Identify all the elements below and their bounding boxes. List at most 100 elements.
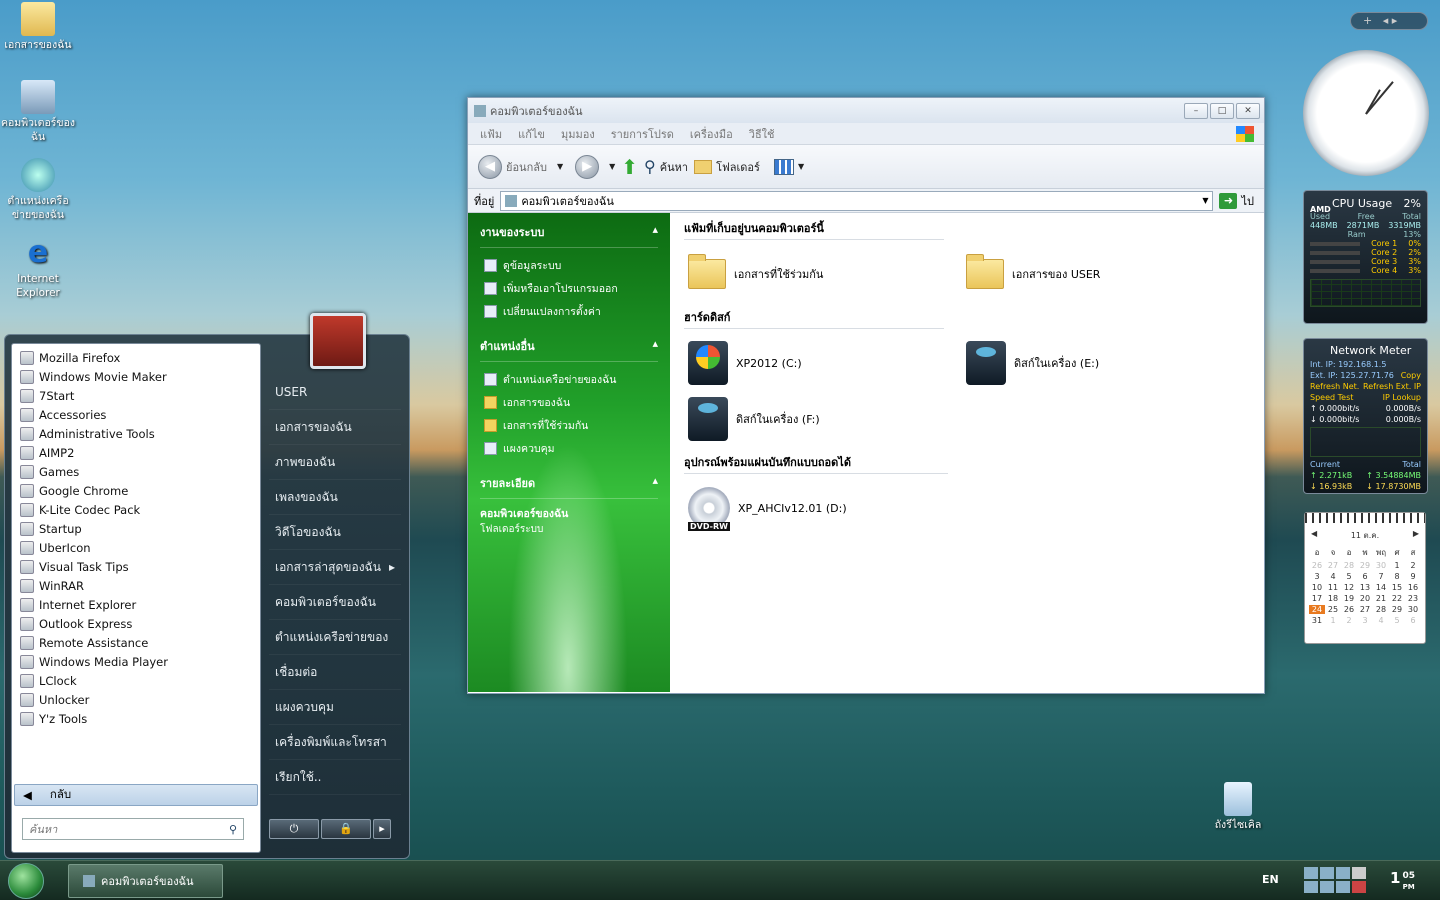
program-item[interactable]: Y'z Tools (20, 709, 260, 728)
view-system-info-link[interactable]: ดูข้อมูลระบบ (480, 254, 658, 277)
start-right-item[interactable]: ภาพของฉัน (269, 445, 401, 480)
program-item[interactable]: Remote Assistance (20, 633, 260, 652)
forward-button[interactable]: ▶ ▼ (575, 154, 615, 179)
desktop-icon-network-places[interactable]: ตำแหน่งเครือข่ายของฉัน (0, 158, 76, 222)
program-item[interactable]: Google Chrome (20, 481, 260, 500)
go-button[interactable]: ➜ ไป (1219, 192, 1254, 210)
calendar-day[interactable]: 2 (1341, 616, 1357, 625)
calendar-day[interactable]: 28 (1341, 561, 1357, 570)
calendar-day[interactable]: 29 (1357, 561, 1373, 570)
start-right-item[interactable]: วิดีโอของฉัน (269, 515, 401, 550)
next-month-icon[interactable]: ▶ (1413, 529, 1419, 542)
menu-edit[interactable]: แก้ไข (518, 125, 545, 143)
user-avatar[interactable] (310, 313, 366, 369)
calendar-day[interactable]: 1 (1389, 561, 1405, 570)
search-button[interactable]: ⚲ ค้นหา (644, 157, 688, 176)
program-item[interactable]: AIMP2 (20, 443, 260, 462)
user-documents-item[interactable]: เอกสารของ USER (962, 246, 1240, 302)
shield-icon[interactable] (1352, 881, 1366, 893)
sidebar-controls[interactable]: + ◂ ▸ (1350, 12, 1428, 30)
program-item[interactable]: Mozilla Firefox (20, 348, 260, 367)
calendar-day[interactable]: 5 (1341, 572, 1357, 581)
program-item[interactable]: UberIcon (20, 538, 260, 557)
start-right-item[interactable]: เอกสารล่าสุดของฉัน (269, 550, 401, 585)
program-item[interactable]: Visual Task Tips (20, 557, 260, 576)
prev-month-icon[interactable]: ◀ (1311, 529, 1317, 542)
calendar-day[interactable]: 23 (1405, 594, 1421, 603)
desktop-icon-my-documents[interactable]: เอกสารของฉัน (0, 2, 76, 52)
calendar-day[interactable]: 20 (1357, 594, 1373, 603)
calendar-day[interactable]: 3 (1309, 572, 1325, 581)
shared-documents-item[interactable]: เอกสารที่ใช้ร่วมกัน (684, 246, 962, 302)
calendar-day[interactable]: 21 (1373, 594, 1389, 603)
collapse-icon[interactable]: ▴ (652, 337, 658, 355)
calendar-day[interactable]: 30 (1373, 561, 1389, 570)
calendar-day[interactable]: 24 (1309, 605, 1325, 614)
calendar-day[interactable]: 16 (1405, 583, 1421, 592)
calendar-day[interactable]: 11 (1325, 583, 1341, 592)
start-orb-button[interactable] (8, 863, 44, 899)
tray-icon[interactable] (1320, 867, 1334, 879)
calendar-day[interactable]: 8 (1389, 572, 1405, 581)
calendar-day[interactable]: 29 (1389, 605, 1405, 614)
cpu-usage-gadget[interactable]: CPU Usage 2% AMD Used Free Total 448MB 2871M… (1303, 190, 1428, 324)
control-panel-link[interactable]: แผงควบคุม (480, 437, 658, 460)
menu-file[interactable]: แฟ้ม (480, 125, 502, 143)
program-item[interactable]: Unlocker (20, 690, 260, 709)
program-item[interactable]: Windows Movie Maker (20, 367, 260, 386)
add-remove-programs-link[interactable]: เพิ่มหรือเอาโปรแกรมออก (480, 277, 658, 300)
window-titlebar[interactable]: คอมพิวเตอร์ของฉัน – □ ✕ (468, 98, 1264, 123)
calendar-day[interactable]: 27 (1325, 561, 1341, 570)
clock-gadget[interactable] (1303, 50, 1429, 176)
maximize-button[interactable]: □ (1210, 102, 1234, 119)
taskbar-button-my-computer[interactable]: คอมพิวเตอร์ของฉัน (68, 864, 223, 898)
start-right-item[interactable]: เรียกใช้.. (269, 760, 401, 795)
calendar-gadget[interactable]: ◀ 11 ต.ค. ▶ อจอพพฤศส 26 27 28 29 30 1 2 3 4 5 6 7 8 9 10 1… (1304, 512, 1426, 644)
calendar-day[interactable]: 17 (1309, 594, 1325, 603)
program-item[interactable]: 7Start (20, 386, 260, 405)
change-settings-link[interactable]: เปลี่ยนแปลงการตั้งค่า (480, 300, 658, 323)
my-documents-link[interactable]: เอกสารของฉัน (480, 391, 658, 414)
back-button[interactable]: ◀ ย้อนกลับ ▼ (478, 154, 563, 179)
start-right-item[interactable]: เอกสารของฉัน (269, 410, 401, 445)
desktop-icon-my-computer[interactable]: คอมพิวเตอร์ของฉัน (0, 80, 76, 144)
calendar-day[interactable]: 26 (1341, 605, 1357, 614)
tray-icon[interactable] (1304, 867, 1318, 879)
language-indicator[interactable]: EN (1262, 873, 1279, 886)
views-button[interactable]: ▼ (773, 158, 804, 175)
calendar-day[interactable]: 6 (1405, 616, 1421, 625)
calendar-day[interactable]: 25 (1325, 605, 1341, 614)
start-right-item[interactable]: แผงควบคุม (269, 690, 401, 725)
calendar-day[interactable]: 10 (1309, 583, 1325, 592)
calendar-day[interactable]: 4 (1373, 616, 1389, 625)
chevron-down-icon[interactable]: ▼ (1198, 196, 1212, 205)
calendar-day[interactable]: 6 (1357, 572, 1373, 581)
calendar-day[interactable]: 13 (1357, 583, 1373, 592)
calendar-day[interactable]: 9 (1405, 572, 1421, 581)
calendar-day[interactable]: 26 (1309, 561, 1325, 570)
up-folder-button[interactable]: ⬆ (621, 155, 638, 179)
calendar-day[interactable]: 7 (1373, 572, 1389, 581)
drive-c-item[interactable]: XP2012 (C:) (684, 335, 962, 391)
program-item[interactable]: WinRAR (20, 576, 260, 595)
calendar-day[interactable]: 5 (1389, 616, 1405, 625)
program-item[interactable]: Administrative Tools (20, 424, 260, 443)
menu-view[interactable]: มุมมอง (561, 125, 595, 143)
collapse-icon[interactable]: ▴ (652, 223, 658, 241)
menu-help[interactable]: วิธีใช้ (749, 125, 775, 143)
desktop-icon-internet-explorer[interactable]: e Internet Explorer (0, 236, 76, 300)
menu-tools[interactable]: เครื่องมือ (690, 125, 733, 143)
start-search-input[interactable]: ค้นหา ⚲ (22, 818, 244, 840)
power-options-arrow[interactable]: ▸ (373, 819, 391, 839)
calendar-day[interactable]: 3 (1357, 616, 1373, 625)
section-header[interactable]: งานของระบบ ▴ (480, 223, 658, 248)
program-item[interactable]: Startup (20, 519, 260, 538)
program-item[interactable]: Windows Media Player (20, 652, 260, 671)
calendar-day[interactable]: 30 (1405, 605, 1421, 614)
start-right-item[interactable]: เชื่อมต่อ (269, 655, 401, 690)
calendar-day[interactable]: 4 (1325, 572, 1341, 581)
search-icon[interactable]: ⚲ (229, 823, 237, 836)
desktop-icon-recycle-bin[interactable]: ถังรีไซเคิล (1200, 782, 1276, 832)
power-button[interactable]: ⏻ (269, 819, 319, 839)
drive-f-item[interactable]: ดิสก์ในเครื่อง (F:) (684, 391, 962, 447)
